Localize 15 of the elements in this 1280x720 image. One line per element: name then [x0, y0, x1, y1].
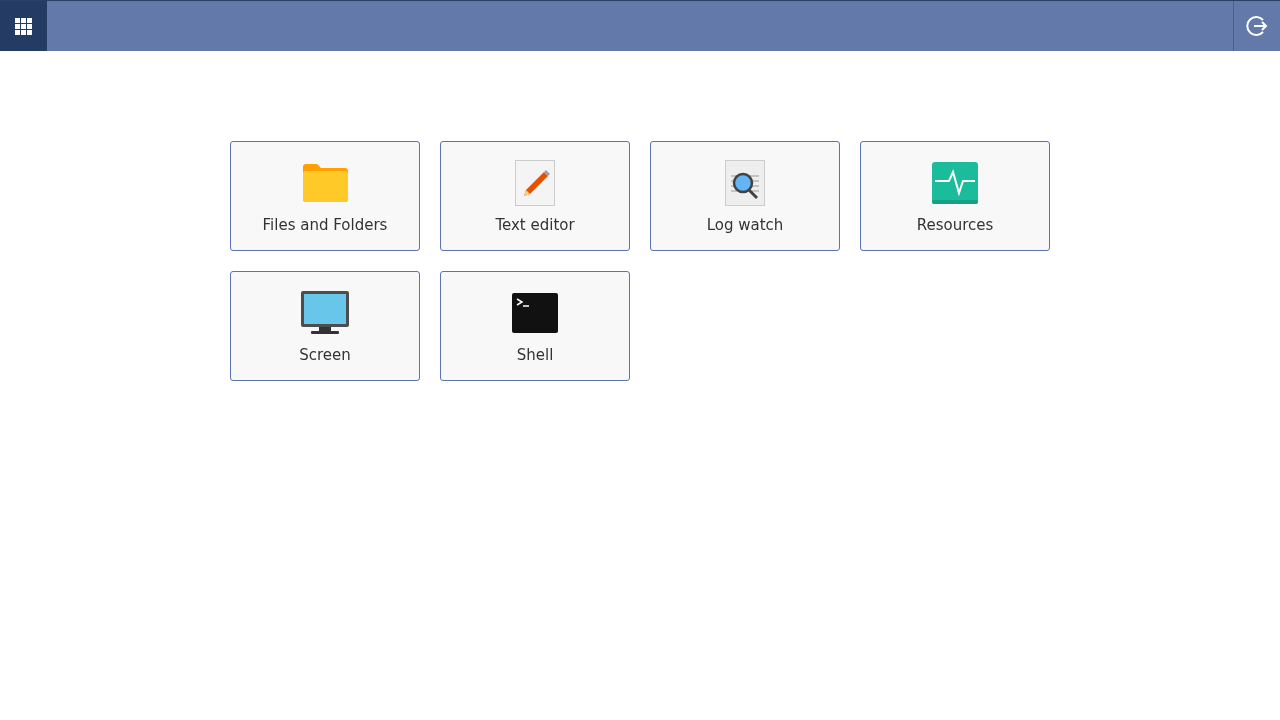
monitor-icon	[301, 290, 349, 335]
folder-icon	[301, 162, 349, 203]
pencil-document-icon	[515, 159, 555, 206]
app-tile[interactable]: Files and Folders	[230, 141, 420, 251]
grid-icon	[15, 17, 32, 35]
magnifier-document-icon	[725, 159, 765, 206]
pulse-chart-icon	[932, 161, 978, 204]
apps-menu-button[interactable]	[0, 1, 47, 51]
app-tile[interactable]: Shell	[440, 271, 630, 381]
app-tile[interactable]: Screen	[230, 271, 420, 381]
app-tile[interactable]: Resources	[860, 141, 1050, 251]
app-tile[interactable]: Log watch	[650, 141, 840, 251]
logout-icon	[1246, 15, 1268, 37]
terminal-icon	[512, 292, 558, 333]
app-tile[interactable]: Text editor	[440, 141, 630, 251]
